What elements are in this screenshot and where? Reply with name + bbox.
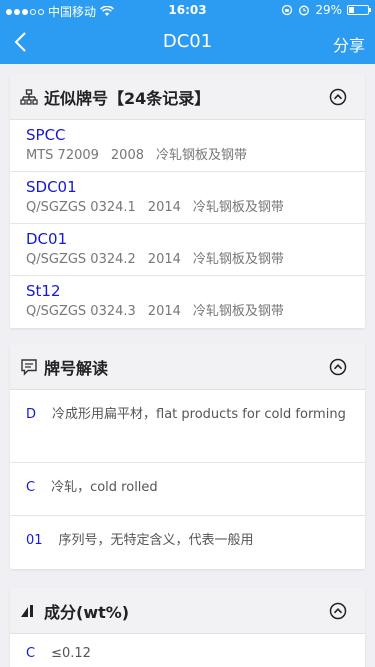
element-symbol: C [26,646,36,661]
grade-year: 2014 [147,252,181,267]
grade-standard: Q/SGZGS 0324.3 [26,304,136,319]
grade-details: Q/SGZGS 0324.1 2014 冷轧钢板及钢带 [26,198,349,218]
status-right: 29% [281,3,371,17]
grade-name[interactable]: SPCC [26,124,349,146]
battery-icon [347,5,371,15]
composition-card: 成分(wt%) C ≤0.12 [10,588,365,667]
grade-category: 冷轧钢板及钢带 [156,148,248,163]
alarm-icon [299,5,310,16]
grade-details: MTS 72009 2008 冷轧钢板及钢带 [26,146,349,166]
code-meaning: 冷成形用扁平材，flat products for cold forming [52,407,346,422]
code-meaning: 序列号，无特定含义，代表一般用 [58,533,254,548]
code-letter: C [26,480,36,495]
battery-level [349,7,355,13]
grade-details: Q/SGZGS 0324.3 2014 冷轧钢板及钢带 [26,302,349,322]
grade-name[interactable]: DC01 [26,228,349,250]
similar-grades-card: 近似牌号【24条记录】 SPCC MTS 72009 2008 冷轧钢板及钢带 SD… [10,74,365,328]
similar-grades-list: SPCC MTS 72009 2008 冷轧钢板及钢带 SDC01 Q/SGZGS … [10,120,365,328]
code-letter: 01 [26,533,43,548]
grade-standard: Q/SGZGS 0324.2 [26,252,136,267]
battery-percent: 29% [315,3,342,17]
grade-category: 冷轧钢板及钢带 [192,304,284,319]
grade-category: 冷轧钢板及钢带 [192,252,284,267]
similar-grades-title: 近似牌号【24条记录】 [44,88,211,108]
grade-name[interactable]: SDC01 [26,176,349,198]
composition-header[interactable]: 成分(wt%) [10,588,365,634]
status-bar: 中国移动 16:03 29% [0,0,375,20]
list-item: 01 序列号，无特定含义，代表一般用 [10,516,365,569]
bar-chart-icon [21,604,33,617]
interpretation-card: 牌号解读 D 冷成形用扁平材，flat products for cold for… [10,344,365,569]
composition-row: C ≤0.12 [10,634,365,667]
interpretation-title: 牌号解读 [44,358,109,378]
grade-category: 冷轧钢板及钢带 [192,200,284,215]
grade-standard: MTS 72009 [26,148,99,163]
list-item[interactable]: SPCC MTS 72009 2008 冷轧钢板及钢带 [10,120,365,172]
grade-standard: Q/SGZGS 0324.1 [26,200,136,215]
list-item[interactable]: DC01 Q/SGZGS 0324.2 2014 冷轧钢板及钢带 [10,224,365,276]
code-meaning: 冷轧，cold rolled [51,480,158,495]
page-title: DC01 [162,31,213,52]
interpretation-header[interactable]: 牌号解读 [10,344,365,390]
orientation-lock-icon [282,4,293,16]
element-value: ≤0.12 [51,646,91,661]
list-item[interactable]: St12 Q/SGZGS 0324.3 2014 冷轧钢板及钢带 [10,276,365,328]
list-item: C 冷轧，cold rolled [10,463,365,516]
chevron-up-icon[interactable] [329,88,347,106]
share-button[interactable]: 分享 [333,32,365,56]
similar-grades-header[interactable]: 近似牌号【24条记录】 [10,74,365,120]
chevron-up-icon[interactable] [329,358,347,376]
grade-details: Q/SGZGS 0324.2 2014 冷轧钢板及钢带 [26,250,349,270]
grade-name[interactable]: St12 [26,280,349,302]
list-item[interactable]: SDC01 Q/SGZGS 0324.1 2014 冷轧钢板及钢带 [10,172,365,224]
app-header: 中国移动 16:03 29% DC01 分享 [0,0,375,64]
hierarchy-icon [20,88,38,105]
composition-title: 成分(wt%) [44,602,130,622]
nav-bar: DC01 分享 [0,20,375,64]
grade-year: 2008 [110,148,144,163]
interpretation-list: D 冷成形用扁平材，flat products for cold forming … [10,390,365,569]
list-item: D 冷成形用扁平材，flat products for cold forming [10,390,365,463]
comment-icon [21,358,37,376]
grade-year: 2014 [147,200,181,215]
chevron-up-icon[interactable] [329,602,347,620]
grade-year: 2014 [147,304,181,319]
code-letter: D [26,407,37,422]
